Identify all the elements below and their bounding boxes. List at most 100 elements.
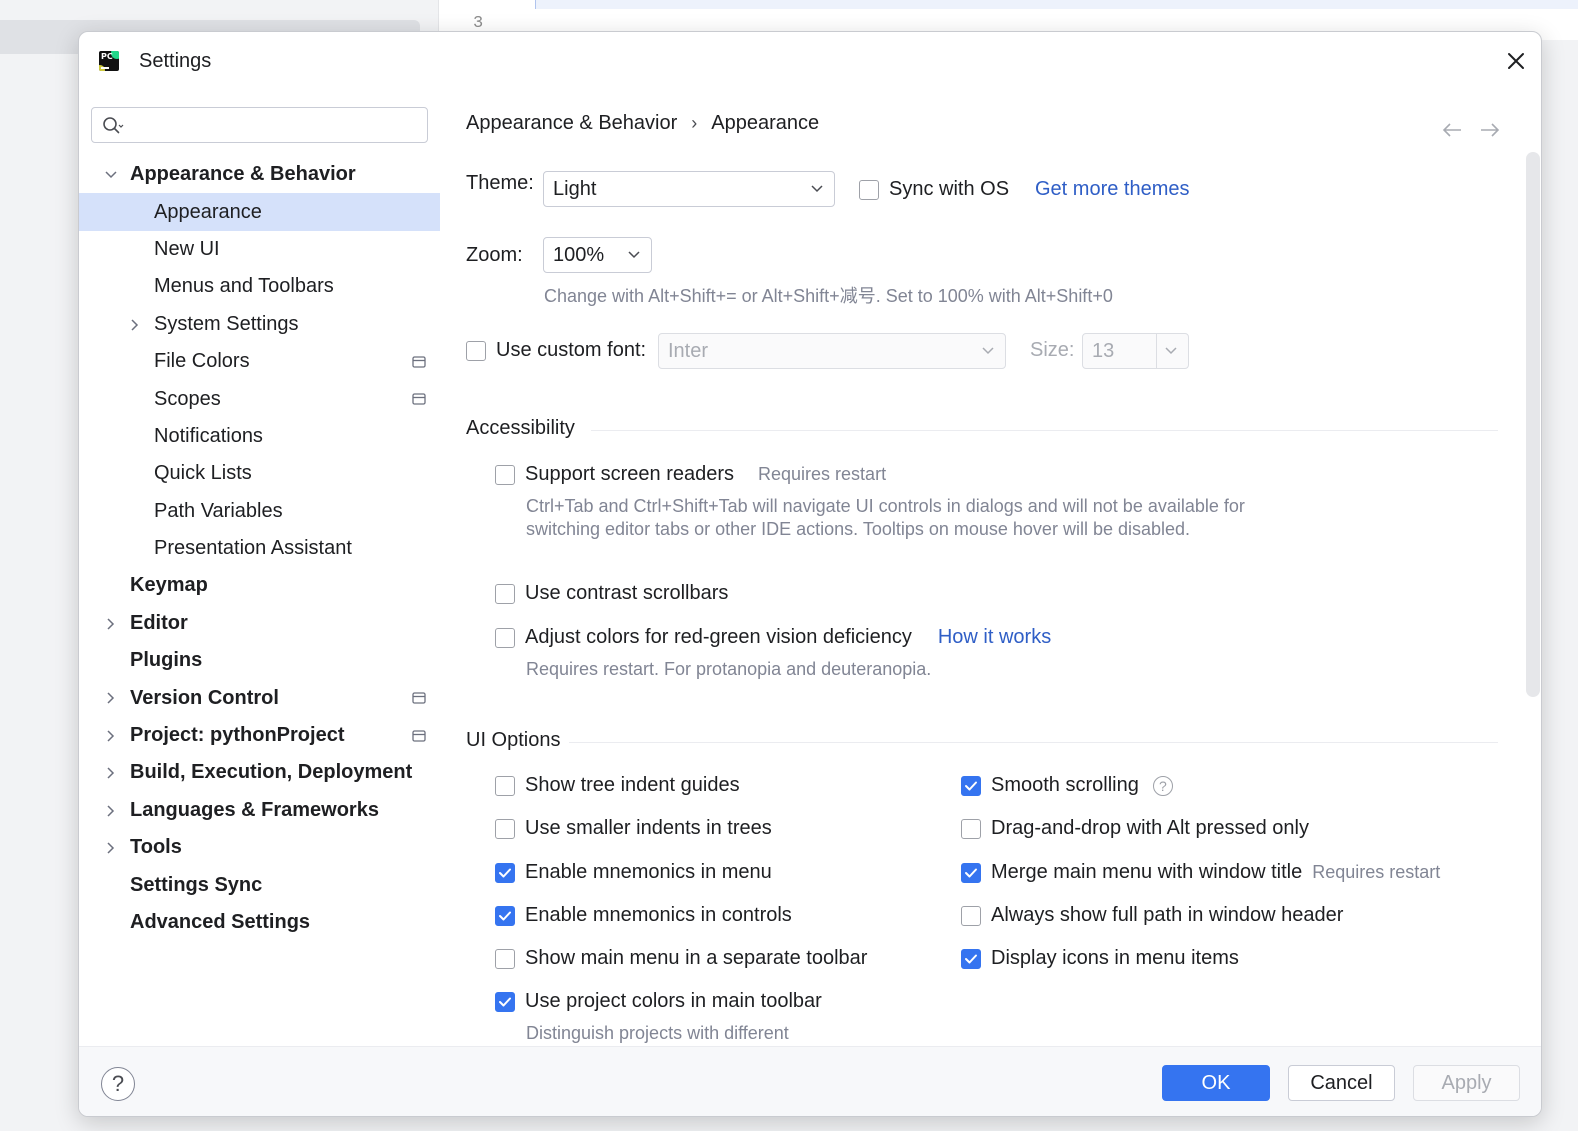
ui-option: Smooth scrolling? bbox=[961, 774, 1173, 797]
tree-item[interactable]: Presentation Assistant bbox=[79, 530, 440, 567]
ui-options-section-title: UI Options bbox=[466, 729, 561, 751]
chevron-right-icon[interactable] bbox=[104, 729, 118, 743]
chevron-right-icon[interactable] bbox=[104, 804, 118, 818]
chevron-right-icon[interactable] bbox=[104, 841, 118, 855]
ui-option-checkbox[interactable] bbox=[961, 862, 981, 883]
tree-item[interactable]: Settings Sync bbox=[79, 866, 440, 903]
chevron-right-icon[interactable] bbox=[104, 691, 118, 705]
chevron-down-icon bbox=[1165, 347, 1177, 355]
tree-item[interactable]: Notifications bbox=[79, 418, 440, 455]
ui-option-checkbox[interactable] bbox=[961, 775, 981, 796]
settings-search[interactable] bbox=[91, 107, 428, 143]
tree-item[interactable]: Plugins bbox=[79, 642, 440, 679]
ui-option-checkbox[interactable] bbox=[495, 948, 515, 969]
ui-option-checkbox[interactable] bbox=[495, 818, 515, 839]
ui-option-checkbox[interactable] bbox=[961, 905, 981, 926]
zoom-dropdown[interactable]: 100% bbox=[543, 237, 652, 273]
font-dropdown[interactable]: Inter bbox=[658, 333, 1006, 369]
tree-item-label: Version Control bbox=[130, 686, 279, 709]
chevron-right-icon[interactable] bbox=[104, 766, 118, 780]
tree-item-label: New UI bbox=[154, 237, 220, 260]
tree-item-label: Plugins bbox=[130, 649, 203, 672]
chevron-down-icon[interactable] bbox=[104, 168, 118, 182]
tree-item[interactable]: System Settings bbox=[79, 306, 440, 343]
back-arrow-icon[interactable] bbox=[1441, 122, 1463, 138]
tree-item-label: Settings Sync bbox=[130, 873, 263, 896]
tree-item[interactable]: Advanced Settings bbox=[79, 904, 440, 941]
tree-item[interactable]: Languages & Frameworks bbox=[79, 792, 440, 829]
ui-option-note: Requires restart bbox=[1312, 862, 1441, 882]
tree-item[interactable]: Version Control bbox=[79, 679, 440, 716]
custom-font-label: Use custom font: bbox=[496, 339, 647, 361]
chevron-right-icon[interactable] bbox=[128, 318, 142, 332]
tree-item[interactable]: New UI bbox=[79, 231, 440, 268]
ok-button[interactable]: OK bbox=[1162, 1065, 1270, 1101]
color-deficiency-label: Adjust colors for red-green vision defic… bbox=[525, 626, 912, 648]
theme-row: Theme: bbox=[466, 172, 534, 195]
size-label: Size: bbox=[1030, 339, 1075, 361]
ui-option: Display icons in menu items bbox=[961, 947, 1239, 970]
theme-label: Theme: bbox=[466, 172, 534, 194]
search-icon bbox=[103, 117, 124, 134]
content-scrollbar[interactable] bbox=[1526, 152, 1540, 697]
ui-option-label: Smooth scrolling bbox=[991, 774, 1139, 796]
tree-item-label: Path Variables bbox=[154, 499, 283, 522]
contrast-scrollbars-checkbox[interactable] bbox=[495, 583, 515, 604]
tree-item[interactable]: Editor bbox=[79, 605, 440, 642]
apply-button[interactable]: Apply bbox=[1413, 1065, 1520, 1101]
breadcrumb-current: Appearance bbox=[711, 112, 820, 134]
tree-item[interactable]: Menus and Toolbars bbox=[79, 268, 440, 305]
tree-item-label: Presentation Assistant bbox=[154, 537, 352, 560]
ui-option-checkbox[interactable] bbox=[961, 948, 981, 969]
settings-tree: Appearance & Behavior Appearance New UI Men… bbox=[79, 156, 440, 941]
ui-option-label: Use smaller indents in trees bbox=[525, 817, 772, 839]
search-input[interactable] bbox=[132, 112, 422, 138]
ui-option-checkbox[interactable] bbox=[495, 991, 515, 1012]
font-value: Inter bbox=[668, 339, 709, 362]
help-tooltip-icon[interactable]: ? bbox=[1152, 775, 1173, 796]
breadcrumb: Appearance & Behavior › Appearance bbox=[466, 112, 819, 135]
zoom-value: 100% bbox=[553, 243, 605, 266]
tree-item[interactable]: Quick Lists bbox=[79, 455, 440, 492]
screen-readers-checkbox[interactable] bbox=[495, 464, 515, 485]
ui-option-checkbox[interactable] bbox=[495, 862, 515, 883]
ui-option-checkbox[interactable] bbox=[961, 818, 981, 839]
color-deficiency-option: Adjust colors for red-green vision defic… bbox=[495, 626, 1051, 649]
sync-os-checkbox[interactable] bbox=[859, 179, 879, 200]
tree-item-label: Project: pythonProject bbox=[130, 724, 345, 747]
tree-item[interactable]: Keymap bbox=[79, 567, 440, 604]
custom-font-checkbox[interactable] bbox=[466, 340, 486, 361]
theme-dropdown[interactable]: Light bbox=[543, 171, 835, 207]
zoom-hint: Change with Alt+Shift+= or Alt+Shift+减号.… bbox=[544, 286, 1113, 306]
tree-item[interactable]: Path Variables bbox=[79, 493, 440, 530]
sync-os-option: Sync with OS bbox=[859, 178, 1009, 201]
forward-arrow-icon[interactable] bbox=[1479, 122, 1501, 138]
tree-item[interactable]: Appearance bbox=[79, 193, 440, 231]
project-level-icon bbox=[412, 730, 426, 742]
font-size-dropdown[interactable]: 13 bbox=[1082, 333, 1189, 369]
help-button[interactable]: ? bbox=[101, 1067, 135, 1101]
ui-option-checkbox[interactable] bbox=[495, 775, 515, 796]
ui-option-checkbox[interactable] bbox=[495, 905, 515, 926]
tree-item[interactable]: Project: pythonProject bbox=[79, 717, 440, 754]
tree-item[interactable]: Appearance & Behavior bbox=[79, 156, 440, 193]
cancel-button[interactable]: Cancel bbox=[1288, 1065, 1395, 1101]
tree-item[interactable]: Build, Execution, Deployment bbox=[79, 754, 440, 791]
ui-option-label: Enable mnemonics in controls bbox=[525, 904, 792, 926]
tree-item[interactable]: Scopes bbox=[79, 380, 440, 417]
color-deficiency-checkbox[interactable] bbox=[495, 627, 515, 648]
breadcrumb-parent[interactable]: Appearance & Behavior bbox=[466, 112, 677, 135]
screen-readers-description: Ctrl+Tab and Ctrl+Shift+Tab will navigat… bbox=[526, 496, 1245, 539]
tree-item-label: Advanced Settings bbox=[130, 911, 311, 933]
ui-option-label: Display icons in menu items bbox=[991, 947, 1239, 969]
ui-option: Enable mnemonics in controls bbox=[495, 904, 792, 927]
close-button[interactable] bbox=[1503, 48, 1529, 74]
tree-item[interactable]: Tools bbox=[79, 829, 440, 866]
chevron-right-icon[interactable] bbox=[104, 617, 118, 631]
screen-readers-option: Support screen readers Requires restart bbox=[495, 463, 886, 486]
tree-item[interactable]: File Colors bbox=[79, 343, 440, 380]
how-it-works-link[interactable]: How it works bbox=[938, 626, 1051, 649]
tree-item-label: Editor bbox=[130, 611, 188, 634]
get-more-themes-link[interactable]: Get more themes bbox=[1035, 178, 1190, 201]
screen-readers-label: Support screen readers bbox=[525, 463, 735, 485]
